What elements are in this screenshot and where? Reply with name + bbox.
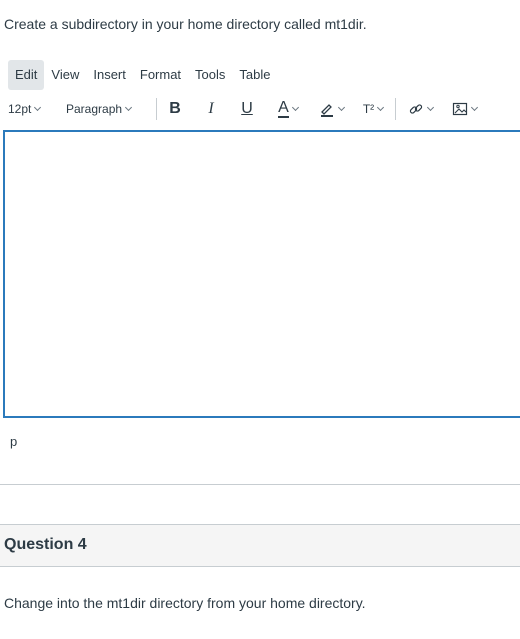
block-format-value: Paragraph — [66, 102, 123, 116]
menu-view[interactable]: View — [44, 60, 86, 90]
menu-edit[interactable]: Edit — [8, 60, 45, 90]
text-color-icon: A — [278, 99, 289, 118]
chevron-down-icon — [34, 103, 42, 112]
superscript-button[interactable]: T² — [351, 96, 395, 122]
chevron-down-icon — [125, 103, 133, 112]
bold-icon: B — [169, 100, 181, 117]
underline-button[interactable]: U — [229, 96, 265, 122]
highlight-color-button[interactable] — [311, 96, 351, 122]
image-button[interactable] — [444, 96, 484, 122]
italic-button[interactable]: I — [193, 96, 229, 122]
chevron-down-icon — [426, 103, 434, 112]
chevron-down-icon — [291, 103, 299, 112]
link-button[interactable] — [396, 96, 444, 122]
editor-toolbar: 12pt Paragraph B I U A T² — [8, 96, 520, 122]
element-path[interactable]: p — [10, 434, 17, 449]
menu-table[interactable]: Table — [232, 60, 277, 90]
question-title: Question 4 — [4, 536, 87, 553]
image-icon — [452, 102, 467, 116]
question-prompt: Create a subdirectory in your home direc… — [4, 16, 367, 32]
question-header: Question 4 — [0, 524, 520, 567]
divider — [0, 484, 520, 485]
menu-tools[interactable]: Tools — [188, 60, 232, 90]
italic-icon: I — [208, 100, 214, 117]
highlighter-icon — [320, 104, 333, 117]
text-color-button[interactable]: A — [265, 96, 311, 122]
block-format-select[interactable]: Paragraph — [66, 96, 156, 122]
font-size-select[interactable]: 12pt — [8, 96, 66, 122]
rich-text-editor[interactable] — [3, 130, 520, 418]
chevron-down-icon — [470, 103, 478, 112]
bold-button[interactable]: B — [157, 96, 193, 122]
menu-format[interactable]: Format — [133, 60, 188, 90]
menu-insert[interactable]: Insert — [86, 60, 133, 90]
chevron-down-icon — [337, 103, 345, 112]
underline-icon: U — [241, 100, 253, 117]
question-prompt: Change into the mt1dir directory from yo… — [4, 595, 366, 611]
editor-menubar: Edit View Insert Format Tools Table — [8, 60, 277, 90]
superscript-icon: T² — [362, 102, 375, 116]
link-icon — [409, 104, 422, 114]
font-size-value: 12pt — [8, 102, 32, 116]
chevron-down-icon — [377, 103, 385, 112]
